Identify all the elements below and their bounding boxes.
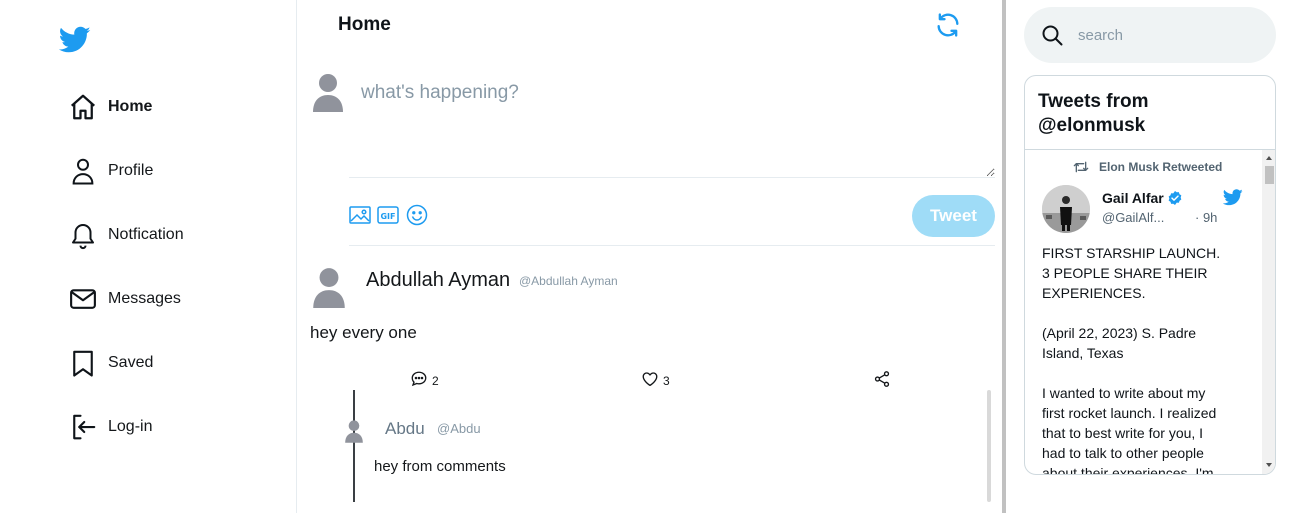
post-author-handle: @Abdullah Ayman <box>519 274 618 288</box>
retweet-label: Elon Musk Retweeted <box>1073 160 1222 174</box>
heart-icon <box>641 370 659 393</box>
sidebar-item-label: Notfication <box>108 226 184 243</box>
tweet-text-line: FIRST STARSHIP LAUNCH. <box>1042 245 1221 261</box>
sidebar-item-label: Log-in <box>108 418 153 435</box>
login-icon <box>67 411 99 443</box>
share-icon <box>873 370 891 393</box>
user-icon <box>67 155 99 187</box>
timeline-title: Tweets from @elonmusk <box>1038 91 1149 136</box>
like-count: 3 <box>663 374 670 388</box>
tweet-text-line: EXPERIENCES. <box>1042 285 1146 301</box>
tweet-text-line: Island, Texas <box>1042 345 1124 361</box>
sidebar-item-label: Home <box>108 98 153 115</box>
tweet-button[interactable]: Tweet <box>912 195 995 237</box>
embedded-timeline: Tweets from @elonmusk Elon Musk Retweete… <box>1024 75 1276 475</box>
sidebar-item-saved[interactable]: Saved <box>67 343 153 383</box>
sidebar-item-profile[interactable]: Profile <box>67 151 153 191</box>
tweet-author-handle: @GailAlf... <box>1102 210 1165 225</box>
tweet-text-line: first rocket launch. I realized <box>1042 405 1217 421</box>
twitter-bird-icon[interactable] <box>1222 189 1243 207</box>
home-icon <box>67 91 99 123</box>
emoji-icon[interactable] <box>406 204 428 226</box>
avatar[interactable] <box>1042 185 1090 233</box>
comment-author-handle: @Abdu <box>437 421 481 436</box>
mail-icon <box>67 283 99 315</box>
share-button[interactable] <box>873 370 891 392</box>
sidebar-item-label: Messages <box>108 290 181 307</box>
post-text: hey every one <box>310 323 417 342</box>
comment-author-name[interactable]: Abdu <box>385 419 425 439</box>
tweet-text-line: 3 PEOPLE SHARE THEIR <box>1042 265 1208 281</box>
comment-button[interactable]: 2 <box>410 370 439 392</box>
twitter-logo-icon[interactable] <box>58 26 91 54</box>
comments-scrollbar[interactable] <box>987 390 991 502</box>
comment-count: 2 <box>432 374 439 388</box>
sidebar-item-login[interactable]: Log-in <box>67 407 152 447</box>
sidebar-item-messages[interactable]: Messages <box>67 279 181 319</box>
thread-line <box>353 390 355 502</box>
sidebar: Home Profile Notfication Messages Saved … <box>0 0 297 513</box>
sidebar-item-label: Saved <box>108 354 154 371</box>
tweet-text-line: (April 22, 2023) S. Padre <box>1042 325 1197 341</box>
comment-icon <box>410 370 428 393</box>
refresh-icon[interactable] <box>934 11 962 39</box>
avatar[interactable] <box>311 266 347 308</box>
tweet-text-line: had to talk to other people <box>1042 445 1204 461</box>
tweet-time[interactable]: · 9h <box>1195 210 1217 225</box>
image-icon[interactable] <box>349 204 371 226</box>
timeline-scroll-thumb[interactable] <box>1265 166 1274 184</box>
timeline-scrollbar[interactable] <box>1262 150 1275 474</box>
tweet-text-line: I wanted to write about my <box>1042 385 1206 401</box>
sidebar-item-home[interactable]: Home <box>67 87 152 127</box>
gif-icon[interactable]: GIF <box>377 204 399 226</box>
search-box[interactable] <box>1024 7 1276 63</box>
avatar[interactable] <box>344 418 364 444</box>
bookmark-icon <box>67 347 99 379</box>
right-column: Tweets from @elonmusk Elon Musk Retweete… <box>1006 0 1292 513</box>
tweet-author-name-text: Gail Alfar <box>1102 190 1164 206</box>
svg-text:GIF: GIF <box>380 212 395 221</box>
comment-text: hey from comments <box>374 458 506 475</box>
tweet-text-line: that to best write for you, I <box>1042 425 1204 441</box>
scroll-up-arrow-icon[interactable] <box>1266 156 1272 160</box>
tweet-author-name[interactable]: Gail Alfar <box>1102 190 1183 206</box>
divider <box>349 245 995 246</box>
search-input[interactable] <box>1078 26 1258 44</box>
sidebar-item-label: Profile <box>108 162 154 179</box>
bell-icon <box>67 219 99 251</box>
retweet-label-text: Elon Musk Retweeted <box>1099 160 1223 174</box>
post-author-name[interactable]: Abdullah Ayman <box>366 269 510 292</box>
page-title: Home <box>338 14 391 35</box>
like-button[interactable]: 3 <box>641 370 670 392</box>
sidebar-item-notification[interactable]: Notfication <box>67 215 184 255</box>
main-feed: Home GIF Tweet Abdullah Ayman @Abdullah … <box>297 0 1006 513</box>
search-icon <box>1040 23 1064 47</box>
tweet-text-line: about their experiences. I'm <box>1042 465 1214 475</box>
compose-tweet-input[interactable] <box>349 74 995 178</box>
retweet-icon <box>1073 161 1089 173</box>
verified-badge-icon <box>1168 191 1182 205</box>
timeline-tweet[interactable]: Elon Musk Retweeted Gail Alfar @GailAlf.… <box>1025 150 1275 475</box>
scroll-down-arrow-icon[interactable] <box>1266 463 1272 467</box>
avatar <box>311 72 345 112</box>
